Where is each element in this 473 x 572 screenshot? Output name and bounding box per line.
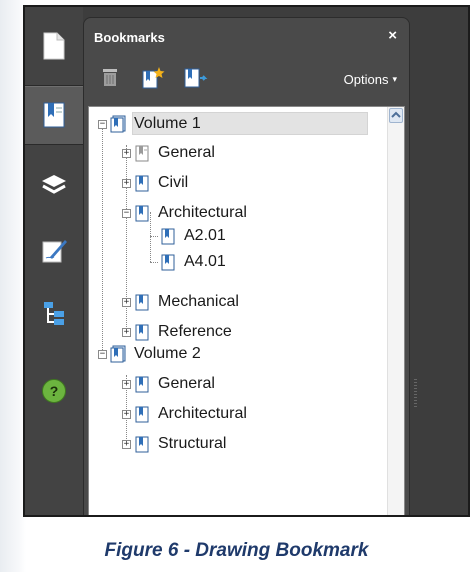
tree-row-volume-2[interactable]: − Volume 2 <box>98 343 201 365</box>
bookmark-icon <box>135 376 149 393</box>
bookmark-label: Mechanical <box>158 293 239 310</box>
tree-row-structural[interactable]: + Structural <box>122 433 226 455</box>
bookmark-icon <box>135 436 149 453</box>
expand-toggle[interactable]: + <box>122 297 131 307</box>
move-bookmark-button[interactable] <box>182 66 208 88</box>
bookmarks-icon <box>43 102 65 128</box>
bookmarks-nav-button[interactable] <box>25 85 83 145</box>
chevron-down-icon: ▾ <box>392 74 397 84</box>
collapse-toggle[interactable]: − <box>98 349 107 359</box>
bookmark-icon <box>135 406 149 423</box>
bookmark-label: Civil <box>158 174 189 191</box>
navigation-toolbar: ? <box>25 7 83 515</box>
vertical-scrollbar[interactable] <box>387 107 404 515</box>
options-label: Options <box>343 72 389 87</box>
model-tree-button[interactable] <box>25 284 83 342</box>
tree-row-general-2[interactable]: + General <box>122 373 215 395</box>
tree-row-architectural-2[interactable]: + Architectural <box>122 403 247 425</box>
pages-icon <box>43 32 65 60</box>
options-menu-button[interactable]: Options ▾ <box>344 72 397 87</box>
bookmark-label: Architectural <box>158 405 247 422</box>
bookmark-icon <box>135 324 149 341</box>
bookmark-group-icon <box>110 345 126 363</box>
move-bookmark-icon <box>184 68 208 88</box>
expand-toggle[interactable]: + <box>122 148 131 158</box>
help-button[interactable]: ? <box>25 362 83 420</box>
bookmark-icon <box>161 254 175 271</box>
collapse-toggle[interactable]: − <box>98 119 107 129</box>
bookmark-label: General <box>158 375 215 392</box>
help-glyph: ? <box>49 383 59 399</box>
bookmark-group-icon <box>110 115 126 133</box>
bookmark-icon <box>135 294 149 311</box>
bookmark-gray-icon <box>135 145 149 162</box>
expand-toggle[interactable]: + <box>122 379 131 389</box>
panel-resize-grip[interactable] <box>414 379 417 409</box>
tree-row-civil[interactable]: + Civil <box>122 172 188 194</box>
bookmarks-panel: Bookmarks × Options ▾ − Volume 1 + Gener… <box>83 17 410 515</box>
signatures-button[interactable] <box>25 222 83 280</box>
bookmark-label: Architectural <box>158 204 247 221</box>
delete-bookmark-icon <box>103 69 117 86</box>
new-bookmark-icon <box>142 67 165 89</box>
bookmark-icon <box>135 175 149 192</box>
tree-row-general[interactable]: + General <box>122 142 215 164</box>
expand-toggle[interactable]: + <box>122 409 131 419</box>
expand-toggle[interactable]: + <box>122 439 131 449</box>
chevron-up-icon <box>391 111 401 118</box>
bookmark-label: Volume 1 <box>134 115 201 132</box>
bookmark-icon <box>135 205 149 222</box>
bookmark-label: A2.01 <box>184 227 226 244</box>
layers-icon <box>42 175 66 194</box>
layers-button[interactable] <box>25 157 83 215</box>
expand-toggle[interactable]: + <box>122 178 131 188</box>
scroll-up-button[interactable] <box>389 108 403 123</box>
tree-row-mechanical[interactable]: + Mechanical <box>122 291 239 313</box>
bookmark-icon <box>161 228 175 245</box>
acrobat-navigation-pane: ? Bookmarks × Options ▾ − Volume 1 + Gen… <box>23 5 470 517</box>
pages-button[interactable] <box>25 17 83 75</box>
tree-row-a4-01[interactable]: A4.01 <box>157 251 226 273</box>
bookmark-label: General <box>158 144 215 161</box>
model-tree-icon <box>44 302 64 325</box>
bookmark-label: Structural <box>158 435 227 452</box>
panel-title: Bookmarks <box>94 30 165 45</box>
tree-row-architectural[interactable]: − Architectural <box>122 202 247 224</box>
help-icon: ? <box>42 379 66 403</box>
figure-caption: Figure 6 - Drawing Bookmark <box>104 540 369 561</box>
tree-connector <box>102 124 103 350</box>
signature-icon <box>42 240 67 263</box>
bookmark-label: A4.01 <box>184 253 226 270</box>
expand-toggle[interactable]: + <box>122 327 131 337</box>
close-panel-button[interactable]: × <box>388 27 397 44</box>
new-bookmark-button[interactable] <box>140 66 165 89</box>
bookmark-label: Volume 2 <box>134 345 201 362</box>
delete-bookmark-button[interactable] <box>98 66 122 88</box>
tree-row-volume-1[interactable]: − Volume 1 <box>98 112 368 135</box>
collapse-toggle[interactable]: − <box>122 208 131 218</box>
bookmark-label: Reference <box>158 323 232 340</box>
tree-row-reference[interactable]: + Reference <box>122 321 232 343</box>
tree-row-a2-01[interactable]: A2.01 <box>157 225 226 247</box>
bookmark-tree: − Volume 1 + General + Civil − Architect… <box>88 106 405 515</box>
